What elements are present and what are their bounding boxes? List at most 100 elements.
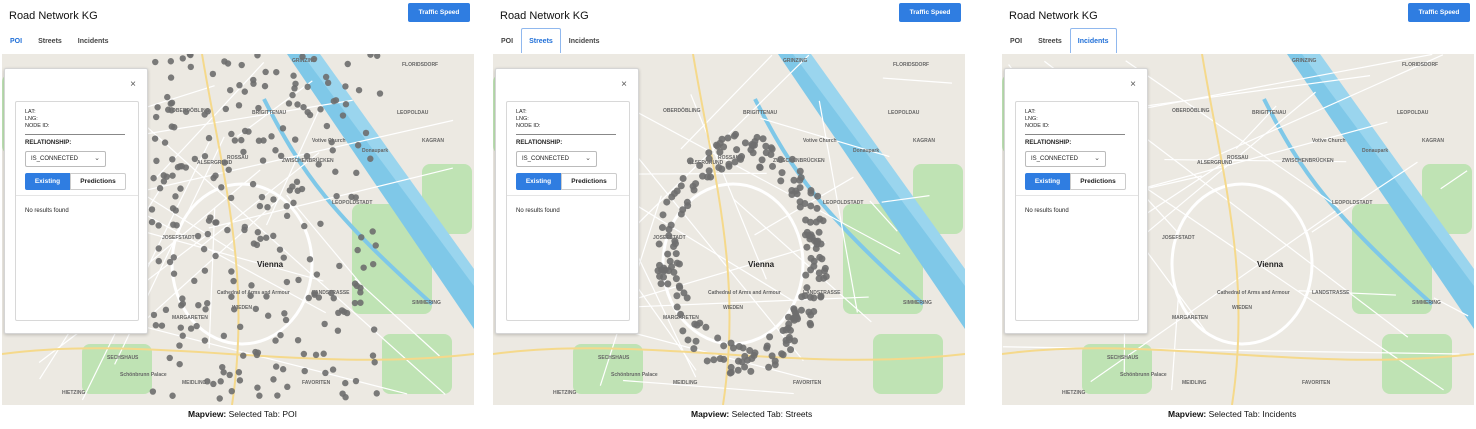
poi-marker [322,73,330,81]
poi-marker [230,277,237,285]
street-node-marker [797,174,805,182]
poi-marker [254,384,261,391]
poi-marker [153,157,160,165]
poi-marker [212,219,219,226]
predictions-button[interactable]: Predictions [70,173,126,190]
poi-marker [194,232,202,240]
tab-streets[interactable]: Streets [1030,28,1070,53]
poi-marker [247,292,254,299]
poi-marker [261,82,269,90]
close-icon[interactable]: × [1130,79,1136,90]
poi-marker [152,322,160,329]
node-details-box: LAT: LNG: NODE ID: RELATIONSHIP: IS_CONN… [506,101,630,321]
relationship-select[interactable]: IS_CONNECTED ⌄ [25,151,106,167]
poi-marker [332,97,340,104]
map-label: Cathedral of Arms and Armour [1217,290,1290,296]
poi-marker [257,235,264,242]
poi-marker [255,137,263,144]
poi-marker [236,323,244,331]
map-label: GRINZING [783,58,808,64]
map-label: MEIDLING [1182,380,1207,386]
poi-marker [352,377,360,385]
map-label: KAGRAN [1422,138,1444,144]
mapview-streets-screen: Road Network KG Traffic Speed POI Street… [493,0,965,405]
poi-marker [238,61,245,69]
poi-marker [369,228,376,235]
street-node-marker [702,323,710,331]
street-node-marker [802,271,810,279]
poi-marker [270,376,277,383]
poi-marker [306,111,314,119]
map-label: FLORIDSDORF [1402,62,1438,68]
close-icon[interactable]: × [130,79,136,90]
predictions-button[interactable]: Predictions [1070,173,1126,190]
tab-poi[interactable]: POI [2,28,30,53]
poi-marker [354,142,362,149]
poi-marker [204,378,211,385]
poi-marker [250,240,258,247]
divider [1016,195,1138,196]
street-node-marker [794,315,802,323]
park-area [1382,334,1452,394]
relationship-select[interactable]: IS_CONNECTED ⌄ [1025,151,1106,167]
poi-marker [150,311,158,319]
lng-label: LNG: [516,116,529,122]
street-node-marker [741,363,749,371]
poi-marker [334,327,342,334]
traffic-speed-button[interactable]: Traffic Speed [899,3,961,22]
lat-label: LAT: [516,109,527,115]
existing-button[interactable]: Existing [516,173,561,190]
poi-marker [256,202,264,210]
poi-marker [169,172,176,179]
poi-marker [182,108,190,115]
tab-streets[interactable]: Streets [30,28,70,53]
poi-marker [212,172,219,179]
street-node-marker [673,303,681,311]
map-view[interactable]: GRINZINGDÖBLINGOBERDÖBLINGFLORIDSDORFLEO… [493,54,965,405]
street-node-marker [684,336,692,344]
existing-button[interactable]: Existing [25,173,70,190]
tab-incidents[interactable]: Incidents [561,28,608,53]
map-label: FAVORITEN [302,380,331,386]
tab-poi[interactable]: POI [493,28,521,53]
poi-marker [329,366,337,373]
map-label: FAVORITEN [1302,380,1331,386]
poi-marker [224,226,231,234]
poi-marker [171,124,178,131]
poi-marker [321,320,328,328]
traffic-speed-button[interactable]: Traffic Speed [1408,3,1470,22]
relationship-select[interactable]: IS_CONNECTED ⌄ [516,151,597,167]
map-label: JOSEFSTADT [1162,235,1195,241]
predictions-button[interactable]: Predictions [561,173,617,190]
poi-marker [306,256,314,263]
poi-marker [324,79,332,87]
poi-marker [256,392,263,399]
street-node-marker [692,337,700,345]
poi-marker [342,101,350,108]
map-view[interactable]: GRINZINGDÖBLINGOBERDÖBLINGFLORIDSDORFLEO… [1002,54,1474,405]
poi-marker [228,293,235,300]
traffic-speed-button[interactable]: Traffic Speed [408,3,470,22]
street-node-marker [716,355,724,363]
tab-incidents[interactable]: Incidents [70,28,117,53]
street-node-marker [765,363,773,371]
poi-marker [373,390,380,397]
tab-poi[interactable]: POI [1002,28,1030,53]
poi-marker [357,299,364,306]
close-icon[interactable]: × [621,79,627,90]
poi-marker [281,310,288,317]
map-label: FAVORITEN [793,380,822,386]
existing-button[interactable]: Existing [1025,173,1070,190]
poi-marker [195,301,202,309]
poi-marker [284,383,291,391]
poi-marker [362,129,370,137]
poi-marker [291,85,298,92]
poi-marker [228,130,235,138]
poi-marker [209,70,217,78]
map-view[interactable]: GRINZINGDÖBLINGOBERDÖBLINGFLORIDSDORFLEO… [2,54,474,405]
street-node-marker [806,218,814,226]
street-node-marker [725,160,733,168]
poi-marker [201,337,209,344]
tab-incidents[interactable]: Incidents [1069,28,1117,53]
tab-streets[interactable]: Streets [521,28,561,53]
